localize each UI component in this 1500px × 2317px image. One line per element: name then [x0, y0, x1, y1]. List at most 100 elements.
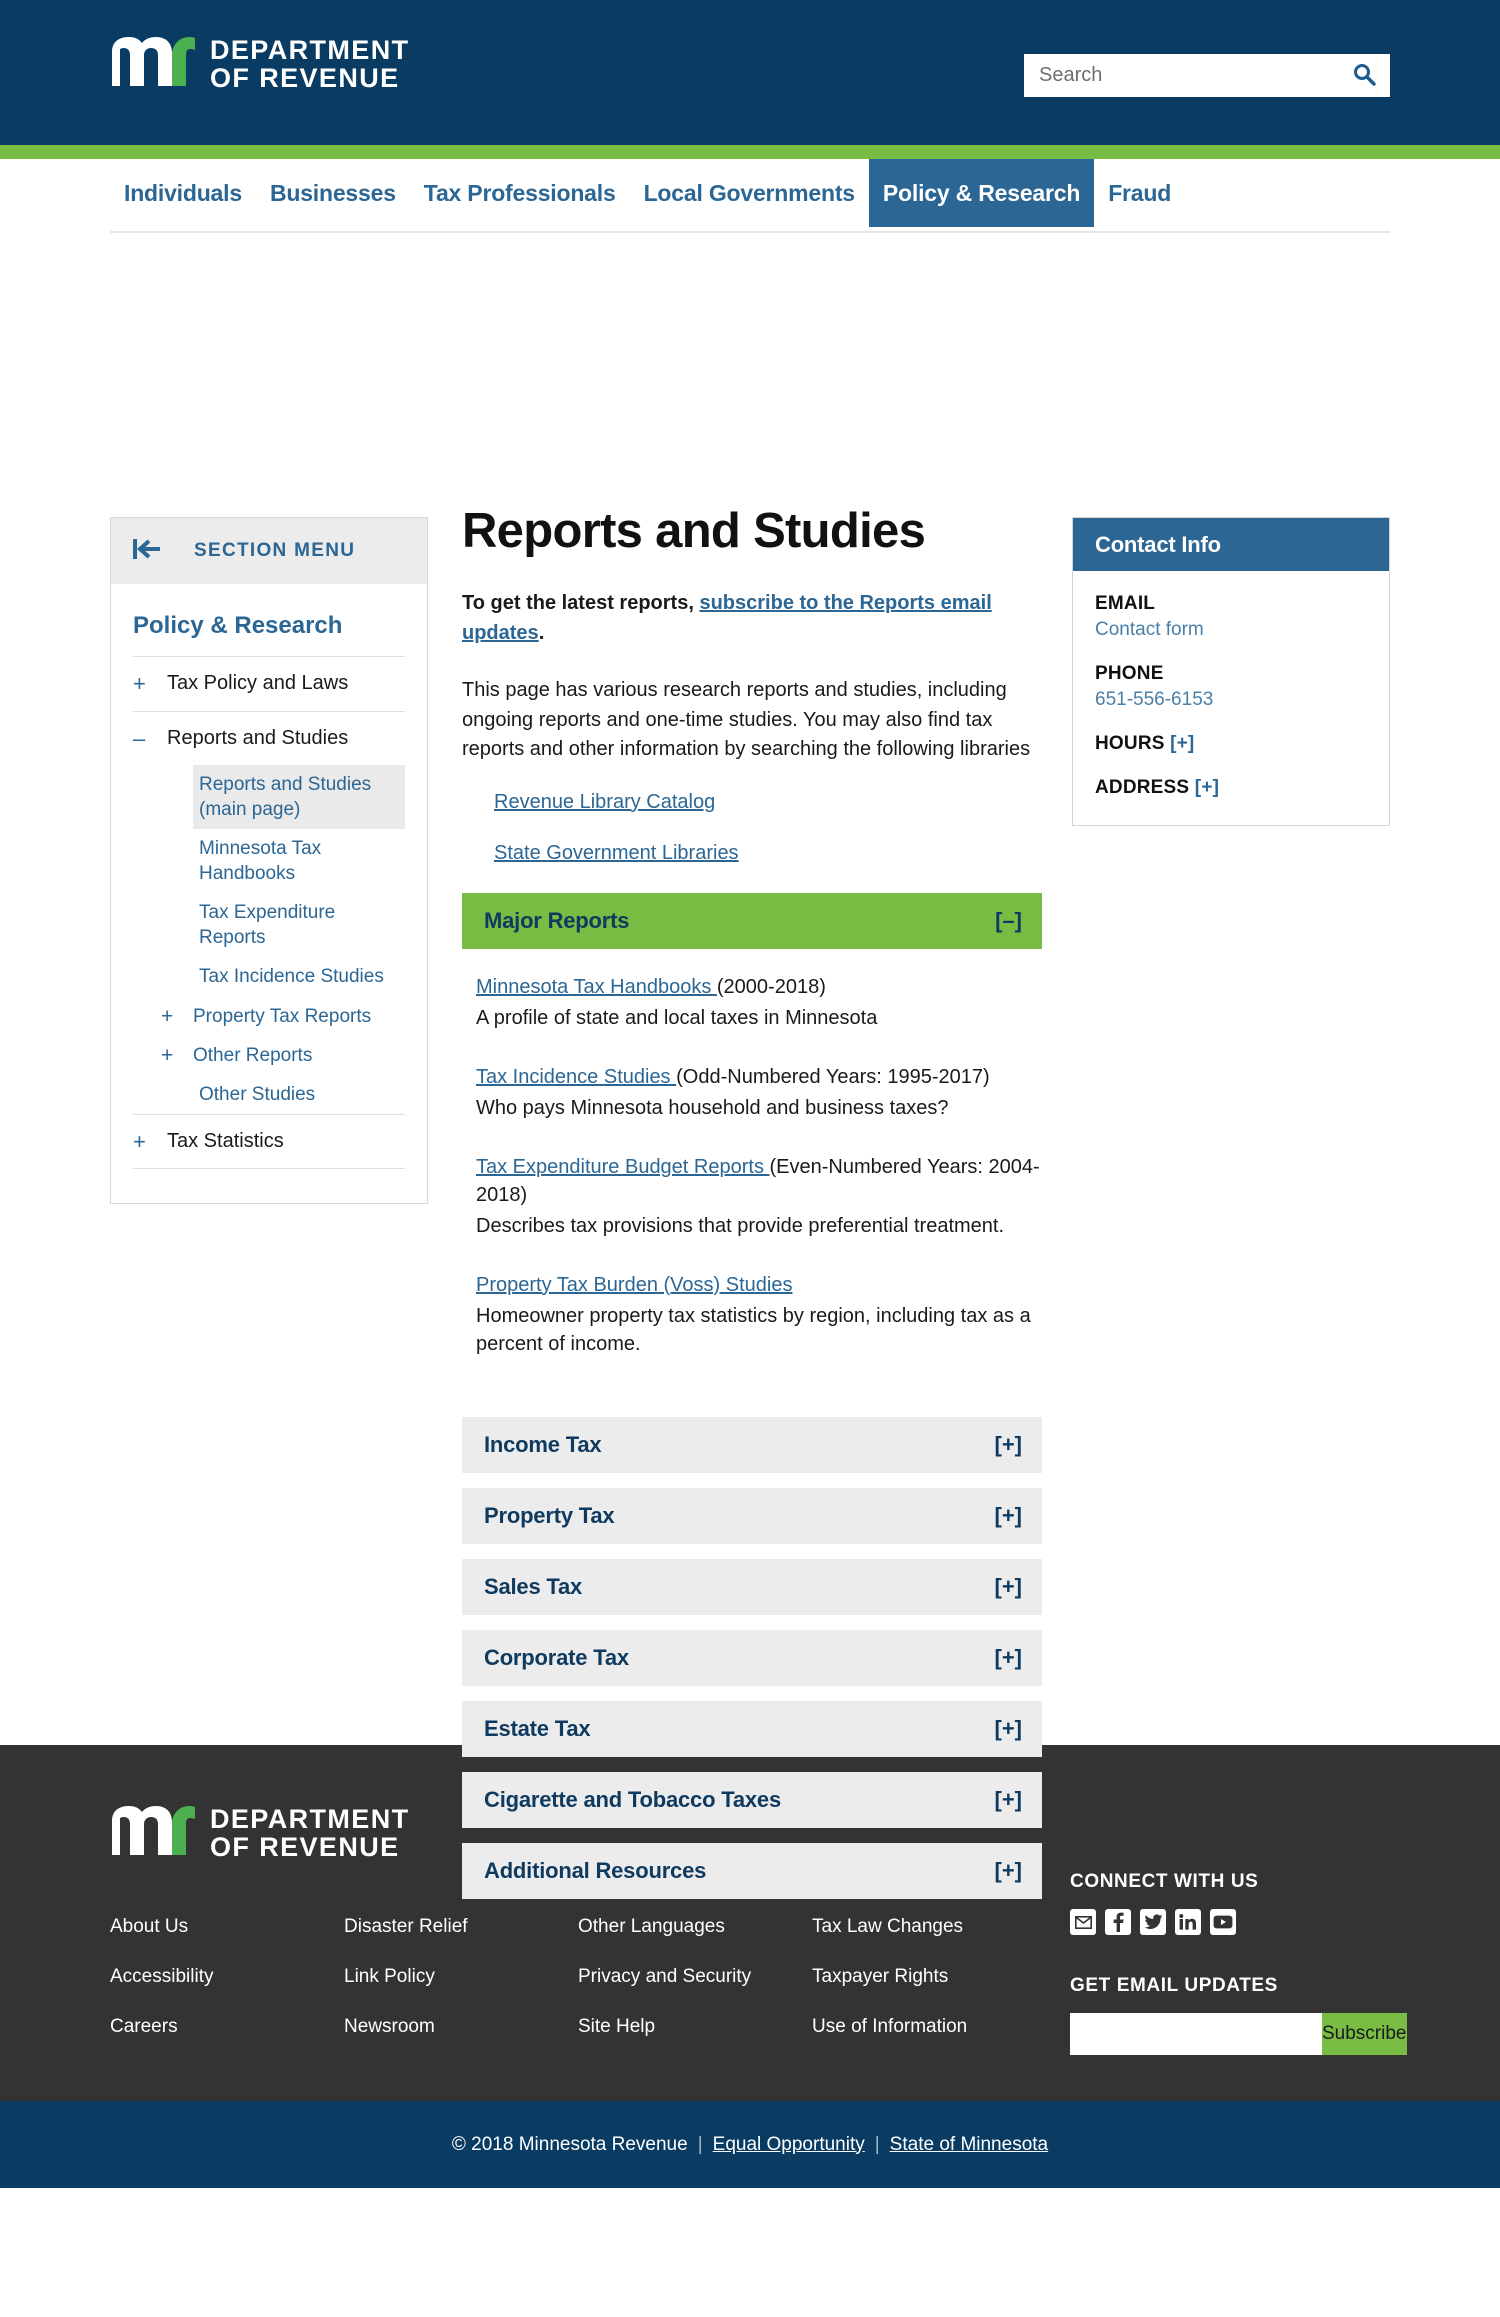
- expand-toggle-icon[interactable]: +: [161, 1036, 193, 1069]
- footer-link-tax-law-changes[interactable]: Tax Law Changes: [812, 1916, 1062, 1938]
- report-item: Tax Incidence Studies (Odd-Numbered Year…: [476, 1063, 1042, 1123]
- contact-address-row[interactable]: ADDRESS [+]: [1095, 777, 1367, 799]
- minnesota-tax-handbooks-link[interactable]: Minnesota Tax Handbooks: [476, 976, 717, 998]
- sidebar-subitem-tax-expenditure-reports[interactable]: Tax Expenditure Reports: [193, 893, 405, 957]
- accordion-title: Sales Tax: [484, 1573, 583, 1599]
- accordion-title: Property Tax: [484, 1502, 615, 1528]
- subscribe-email-input[interactable]: [1070, 2013, 1322, 2055]
- footer-link-use-of-information[interactable]: Use of Information: [812, 2016, 1062, 2038]
- site-header: DEPARTMENT OF REVENUE: [0, 0, 1500, 145]
- expand-toggle-icon[interactable]: [+]: [995, 1574, 1023, 1600]
- contact-info-panel: Contact Info EMAIL Contact form PHONE 65…: [1072, 517, 1390, 826]
- equal-opportunity-link[interactable]: Equal Opportunity: [713, 2134, 865, 2156]
- footer-logo[interactable]: DEPARTMENT OF REVENUE: [110, 1805, 1390, 1862]
- expand-toggle-icon[interactable]: +: [161, 997, 193, 1030]
- accordion-header-property-tax[interactable]: Property Tax [+]: [462, 1487, 1042, 1544]
- contact-phone-label: PHONE: [1095, 663, 1164, 684]
- footer-link-careers[interactable]: Careers: [110, 2016, 344, 2038]
- expand-toggle-icon[interactable]: [+]: [1195, 777, 1219, 798]
- nav-item-tax-professionals[interactable]: Tax Professionals: [410, 159, 630, 227]
- expand-toggle-icon[interactable]: [+]: [995, 1645, 1023, 1671]
- nav-item-businesses[interactable]: Businesses: [256, 159, 410, 227]
- footer-link-privacy-and-security[interactable]: Privacy and Security: [578, 1966, 812, 1988]
- search-box[interactable]: [1024, 54, 1390, 97]
- sidebar-subitem-tax-incidence-studies[interactable]: Tax Incidence Studies: [193, 957, 405, 996]
- linkedin-icon[interactable]: [1175, 1909, 1201, 1935]
- expand-toggle-icon[interactable]: [+]: [995, 1716, 1023, 1742]
- report-item: Tax Expenditure Budget Reports (Even-Num…: [476, 1153, 1042, 1241]
- sidebar-subitem-minnesota-tax-handbooks[interactable]: Minnesota Tax Handbooks: [193, 829, 405, 893]
- accordion-header-corporate-tax[interactable]: Corporate Tax [+]: [462, 1629, 1042, 1686]
- tax-incidence-studies-link[interactable]: Tax Incidence Studies: [476, 1066, 676, 1088]
- sidebar-item-label: Reports and Studies: [167, 726, 349, 749]
- sidebar-subitem-other-studies[interactable]: Other Studies: [193, 1075, 405, 1114]
- expand-toggle-icon[interactable]: +: [133, 670, 167, 698]
- expand-toggle-icon[interactable]: +: [133, 1128, 167, 1156]
- sidebar-item-label: Tax Policy and Laws: [167, 672, 349, 694]
- sidebar-item-tax-statistics[interactable]: + Tax Statistics: [133, 1113, 405, 1170]
- nav-item-fraud[interactable]: Fraud: [1094, 159, 1185, 227]
- state-government-libraries-link[interactable]: State Government Libraries: [494, 842, 1042, 865]
- tax-expenditure-budget-reports-link[interactable]: Tax Expenditure Budget Reports: [476, 1156, 770, 1178]
- accordion-title: Income Tax: [484, 1431, 602, 1457]
- report-item: Minnesota Tax Handbooks (2000-2018) A pr…: [476, 973, 1042, 1033]
- property-tax-burden-voss-studies-link[interactable]: Property Tax Burden (Voss) Studies: [476, 1274, 792, 1296]
- nav-list: Individuals Businesses Tax Professionals…: [110, 159, 1185, 227]
- logo-line-2: OF REVENUE: [210, 62, 400, 93]
- accordion-title: Estate Tax: [484, 1715, 591, 1741]
- primary-navigation: Individuals Businesses Tax Professionals…: [0, 159, 1500, 245]
- state-of-minnesota-link[interactable]: State of Minnesota: [890, 2134, 1048, 2156]
- mn-logo-icon: [110, 1805, 196, 1862]
- lede-suffix: .: [538, 621, 545, 644]
- accordion-header-major-reports[interactable]: Major Reports [–]: [462, 892, 1042, 949]
- contact-hours-row[interactable]: HOURS [+]: [1095, 733, 1367, 755]
- twitter-icon[interactable]: [1140, 1909, 1166, 1935]
- nav-item-individuals[interactable]: Individuals: [110, 159, 256, 227]
- site-logo[interactable]: DEPARTMENT OF REVENUE: [110, 36, 410, 93]
- accordion-header-estate-tax[interactable]: Estate Tax [+]: [462, 1700, 1042, 1757]
- subscribe-button[interactable]: Subscribe: [1322, 2013, 1407, 2055]
- footer-link-about-us[interactable]: About Us: [110, 1916, 344, 1938]
- revenue-library-catalog-link[interactable]: Revenue Library Catalog: [494, 791, 1042, 814]
- nav-item-local-governments[interactable]: Local Governments: [630, 159, 869, 227]
- sidebar-item-tax-policy-and-laws[interactable]: + Tax Policy and Laws: [133, 656, 405, 711]
- accordion-header-sales-tax[interactable]: Sales Tax [+]: [462, 1558, 1042, 1615]
- sidebar-subitem-other-reports[interactable]: Other Reports: [193, 1036, 320, 1075]
- nav-item-policy-research[interactable]: Policy & Research: [868, 159, 1095, 227]
- mn-logo-icon: [110, 36, 196, 93]
- sidebar-subitem-property-tax-reports[interactable]: Property Tax Reports: [193, 997, 379, 1036]
- expand-toggle-icon[interactable]: [+]: [995, 1503, 1023, 1529]
- connect-panel: CONNECT WITH US GET EMAIL UPDATES Subscr…: [1070, 1871, 1407, 2055]
- accordion-header-income-tax[interactable]: Income Tax [+]: [462, 1416, 1042, 1473]
- footer-link-link-policy[interactable]: Link Policy: [344, 1966, 578, 1988]
- facebook-icon[interactable]: [1105, 1909, 1131, 1935]
- report-years: (Odd-Numbered Years: 1995-2017): [676, 1065, 990, 1088]
- sidebar-subitem-reports-and-studies-main[interactable]: Reports and Studies (main page): [193, 765, 405, 830]
- expand-toggle-icon[interactable]: [+]: [1170, 733, 1194, 754]
- sidebar-subitem-other-reports-row[interactable]: + Other Reports: [133, 1036, 405, 1075]
- youtube-icon[interactable]: [1210, 1909, 1236, 1935]
- contact-email-label: EMAIL: [1095, 593, 1156, 614]
- collapse-toggle-icon[interactable]: –: [133, 725, 167, 753]
- contact-form-link[interactable]: Contact form: [1095, 619, 1367, 641]
- footer-link-accessibility[interactable]: Accessibility: [110, 1966, 344, 1988]
- email-icon[interactable]: [1070, 1909, 1096, 1935]
- search-input[interactable]: [1025, 55, 1339, 96]
- footer-link-other-languages[interactable]: Other Languages: [578, 1916, 812, 1938]
- footer-link-taxpayer-rights[interactable]: Taxpayer Rights: [812, 1966, 1062, 1988]
- footer-link-site-help[interactable]: Site Help: [578, 2016, 812, 2038]
- expand-toggle-icon[interactable]: [+]: [995, 1432, 1023, 1458]
- collapse-toggle-icon[interactable]: [–]: [995, 908, 1022, 934]
- green-accent-bar: [0, 145, 1500, 159]
- search-button[interactable]: [1339, 55, 1389, 96]
- collapse-left-icon[interactable]: [133, 538, 162, 565]
- sidebar-item-reports-and-studies[interactable]: – Reports and Studies: [133, 710, 405, 766]
- section-menu-header[interactable]: SECTION MENU: [111, 518, 427, 584]
- footer-link-disaster-relief[interactable]: Disaster Relief: [344, 1916, 578, 1938]
- footer-column: Other Languages Privacy and Security Sit…: [578, 1916, 812, 2038]
- sidebar-title: Policy & Research: [133, 612, 343, 639]
- footer-link-newsroom[interactable]: Newsroom: [344, 2016, 578, 2038]
- sidebar-subitem-property-tax-reports-row[interactable]: + Property Tax Reports: [133, 997, 405, 1036]
- contact-phone-link[interactable]: 651-556-6153: [1095, 689, 1367, 711]
